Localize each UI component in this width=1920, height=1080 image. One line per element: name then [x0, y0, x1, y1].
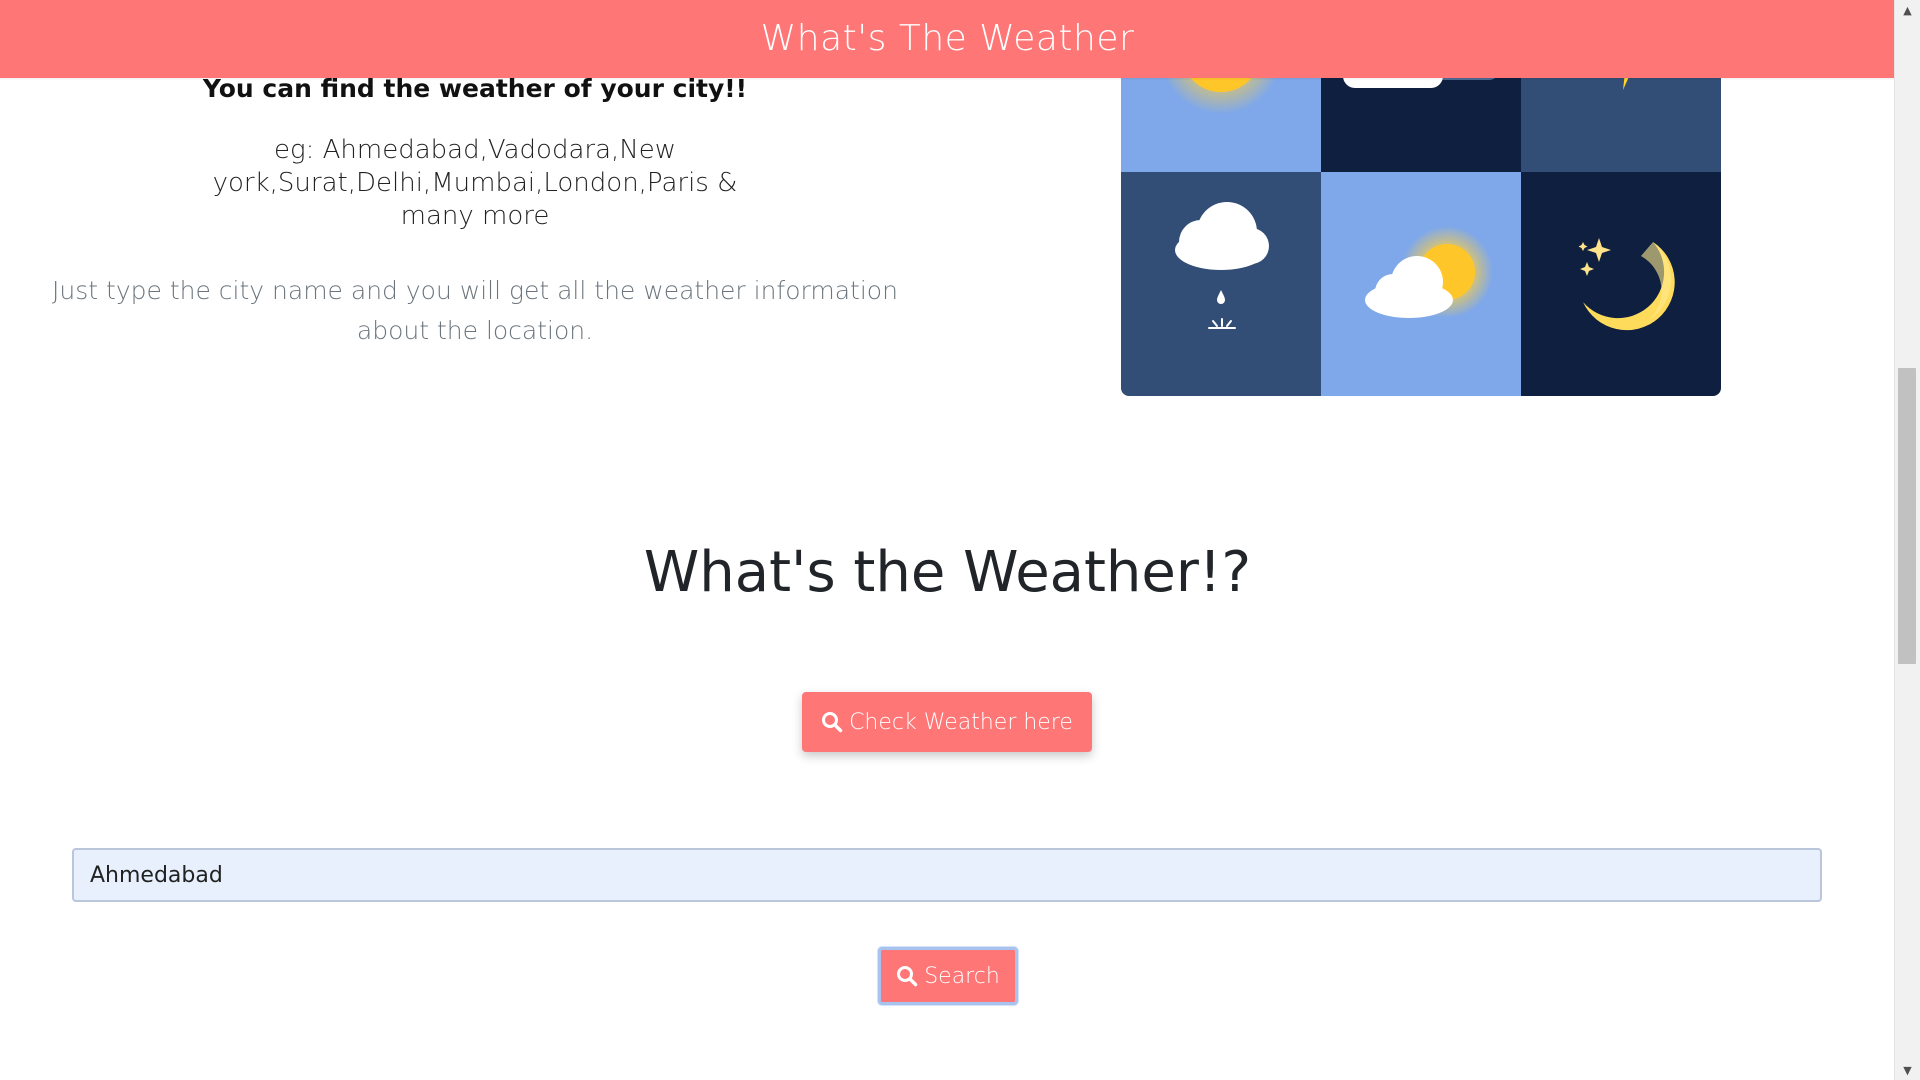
- search-icon: [896, 965, 918, 987]
- check-weather-button[interactable]: Check Weather here: [802, 692, 1092, 752]
- search-label: Search: [924, 963, 1000, 989]
- tile-moon: [1521, 172, 1721, 396]
- page: You can find the weather of your city!! …: [0, 0, 1920, 1080]
- intro-note: Just type the city name and you will get…: [52, 276, 898, 345]
- partly-cloudy-icon: [1365, 226, 1493, 318]
- search-icon: [821, 711, 843, 733]
- intro-section: You can find the weather of your city!! …: [40, 70, 910, 351]
- navbar: What's The Weather: [0, 0, 1895, 78]
- vertical-scrollbar[interactable]: ▲ ▼: [1894, 0, 1920, 1080]
- scroll-up-arrow-icon[interactable]: ▲: [1895, 0, 1920, 20]
- tile-partly-cloudy: [1321, 172, 1521, 396]
- intro-examples: eg: Ahmedabad,Vadodara,New york,Surat,De…: [212, 135, 738, 231]
- scrollbar-thumb[interactable]: [1898, 368, 1916, 664]
- navbar-brand[interactable]: What's The Weather: [761, 0, 1135, 78]
- tile-rain: [1121, 172, 1321, 396]
- search-button[interactable]: Search: [878, 947, 1018, 1005]
- city-search-input[interactable]: [72, 848, 1822, 902]
- rain-cloud-icon: [1175, 202, 1269, 329]
- scroll-down-arrow-icon[interactable]: ▼: [1895, 1060, 1920, 1080]
- page-heading: What's the Weather!?: [643, 540, 1252, 605]
- moon-stars-icon: [1578, 238, 1675, 331]
- check-weather-label: Check Weather here: [849, 709, 1073, 735]
